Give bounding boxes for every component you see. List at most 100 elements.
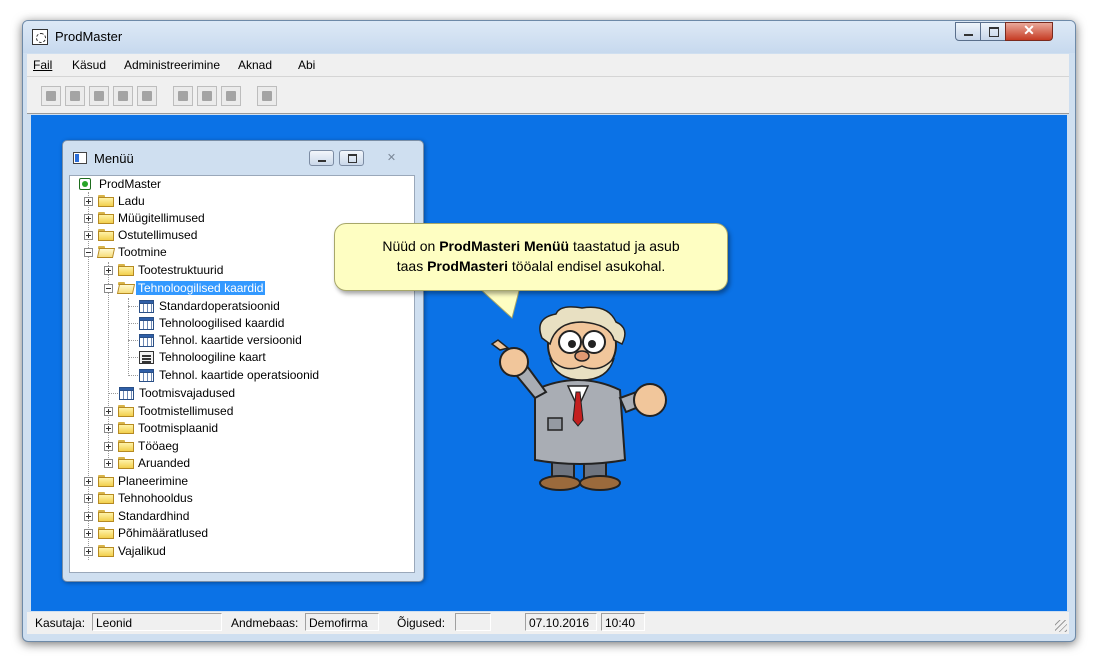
menu-window-title: Menüü xyxy=(94,151,134,166)
close-x-icon xyxy=(226,91,236,101)
open-folder-icon xyxy=(98,246,114,258)
find-button[interactable] xyxy=(65,86,85,106)
tree-label: Tootmistellimused xyxy=(138,404,234,418)
eraser-icon xyxy=(94,91,104,101)
menu-administreerimine[interactable]: Administreerimine xyxy=(124,58,220,72)
binoculars-icon xyxy=(70,91,80,101)
expand-icon[interactable] xyxy=(84,547,93,556)
menu-kasud[interactable]: Käsud xyxy=(72,58,106,72)
collapse-icon[interactable] xyxy=(84,248,93,257)
callout-line2-post: tööalal endisel asukohal. xyxy=(508,258,666,274)
tree-label: Aruanded xyxy=(138,456,191,470)
menu-fail-label: Fail xyxy=(33,58,53,72)
folder-icon xyxy=(118,405,134,417)
tree-line xyxy=(108,393,118,394)
tree-line xyxy=(128,357,138,358)
expand-icon[interactable] xyxy=(104,442,113,451)
expand-icon[interactable] xyxy=(84,231,93,240)
tree-label: Tehnoloogiline kaart xyxy=(159,350,266,364)
close-icon: ✕ xyxy=(386,152,397,164)
grid-icon xyxy=(139,300,154,313)
close-doc-button[interactable] xyxy=(221,86,241,106)
grid-icon xyxy=(139,334,154,347)
tree-label: Tööaeg xyxy=(138,439,179,453)
folder-icon xyxy=(98,492,114,504)
time-field: 10:40 xyxy=(601,613,645,631)
app-icon[interactable] xyxy=(32,29,48,45)
tree-label: Ostutellimused xyxy=(118,228,198,242)
root-icon xyxy=(79,178,91,190)
tree-line xyxy=(128,340,138,341)
tree-label: Vajalikud xyxy=(118,544,166,558)
tree-label: Tehnol. kaartide versioonid xyxy=(159,333,302,347)
minimize-button[interactable] xyxy=(955,22,981,41)
tree-label: Tootestruktuurid xyxy=(138,263,224,277)
folder-icon xyxy=(98,475,114,487)
expand-icon[interactable] xyxy=(84,197,93,206)
tree-label: Tehnohooldus xyxy=(118,491,193,505)
folder-icon xyxy=(202,91,212,101)
tree-line xyxy=(128,298,129,376)
db-field: Demofirma xyxy=(305,613,379,631)
folder-icon xyxy=(118,264,134,276)
close-icon: ✕ xyxy=(1023,22,1035,38)
tree-label: Standardoperatsioonid xyxy=(159,299,280,313)
stop-button[interactable] xyxy=(113,86,133,106)
db-label: Andmebaas: xyxy=(231,616,299,630)
windows-button[interactable] xyxy=(257,86,277,106)
expand-icon[interactable] xyxy=(104,459,113,468)
close-button[interactable]: ✕ xyxy=(1005,22,1053,41)
folder-icon xyxy=(118,457,134,469)
status-bar: Kasutaja: Leonid Andmebaas: Demofirma Õi… xyxy=(27,612,1069,634)
menu-fail[interactable]: Fail xyxy=(33,58,52,72)
erase-button[interactable] xyxy=(89,86,109,106)
expand-icon[interactable] xyxy=(84,529,93,538)
menu-bar: Fail Käsud Administreerimine Aknad Abi xyxy=(27,54,1069,77)
date-field: 07.10.2016 xyxy=(525,613,597,631)
print-button[interactable] xyxy=(137,86,157,106)
tree-label-selected: Tehnoloogilised kaardid xyxy=(134,280,267,296)
menu-aknad[interactable]: Aknad xyxy=(238,58,272,72)
folder-icon xyxy=(98,527,114,539)
menu-close-button[interactable]: ✕ xyxy=(379,150,404,166)
callout-line2-bold: ProdMasteri xyxy=(427,258,509,274)
mascot-illustration xyxy=(490,306,667,491)
tree-label: Tehnol. kaartide operatsioonid xyxy=(159,368,320,382)
expand-icon[interactable] xyxy=(104,424,113,433)
folder-icon xyxy=(118,440,134,452)
menu-abi[interactable]: Abi xyxy=(298,58,315,72)
resize-grip[interactable] xyxy=(1055,620,1067,632)
open-button[interactable] xyxy=(173,86,193,106)
add-button[interactable] xyxy=(41,86,61,106)
folder-button[interactable] xyxy=(197,86,217,106)
tree-line xyxy=(128,323,138,324)
collapse-icon[interactable] xyxy=(104,284,113,293)
tree-label: Standardhind xyxy=(118,509,190,523)
folder-icon xyxy=(118,422,134,434)
print-icon xyxy=(142,91,152,101)
form-icon xyxy=(139,351,154,364)
title-bar[interactable]: ProdMaster ✕ xyxy=(23,21,1075,53)
tree-label: Ladu xyxy=(118,194,145,208)
expand-icon[interactable] xyxy=(84,512,93,521)
expand-icon[interactable] xyxy=(104,407,113,416)
rights-field xyxy=(455,613,491,631)
tree-line xyxy=(128,375,138,376)
callout-bubble: Nüüd on ProdMasteri Menüü taastatud ja a… xyxy=(334,223,728,291)
tree-label: ProdMaster xyxy=(99,177,162,191)
expand-icon[interactable] xyxy=(84,494,93,503)
grid-icon xyxy=(139,369,154,382)
menu-window-icon[interactable] xyxy=(73,152,87,164)
add-icon xyxy=(46,91,56,101)
expand-icon[interactable] xyxy=(84,477,93,486)
menu-maximize-button[interactable] xyxy=(339,150,364,166)
callout-line2-pre: taas xyxy=(396,258,428,274)
menu-minimize-button[interactable] xyxy=(309,150,334,166)
user-field: Leonid xyxy=(92,613,222,631)
maximize-button[interactable] xyxy=(980,22,1006,41)
expand-icon[interactable] xyxy=(104,266,113,275)
expand-icon[interactable] xyxy=(84,214,93,223)
tree-label: Planeerimine xyxy=(118,474,189,488)
tree-label: Tootmisplaanid xyxy=(138,421,219,435)
callout-line1-pre: Nüüd on xyxy=(382,238,440,254)
